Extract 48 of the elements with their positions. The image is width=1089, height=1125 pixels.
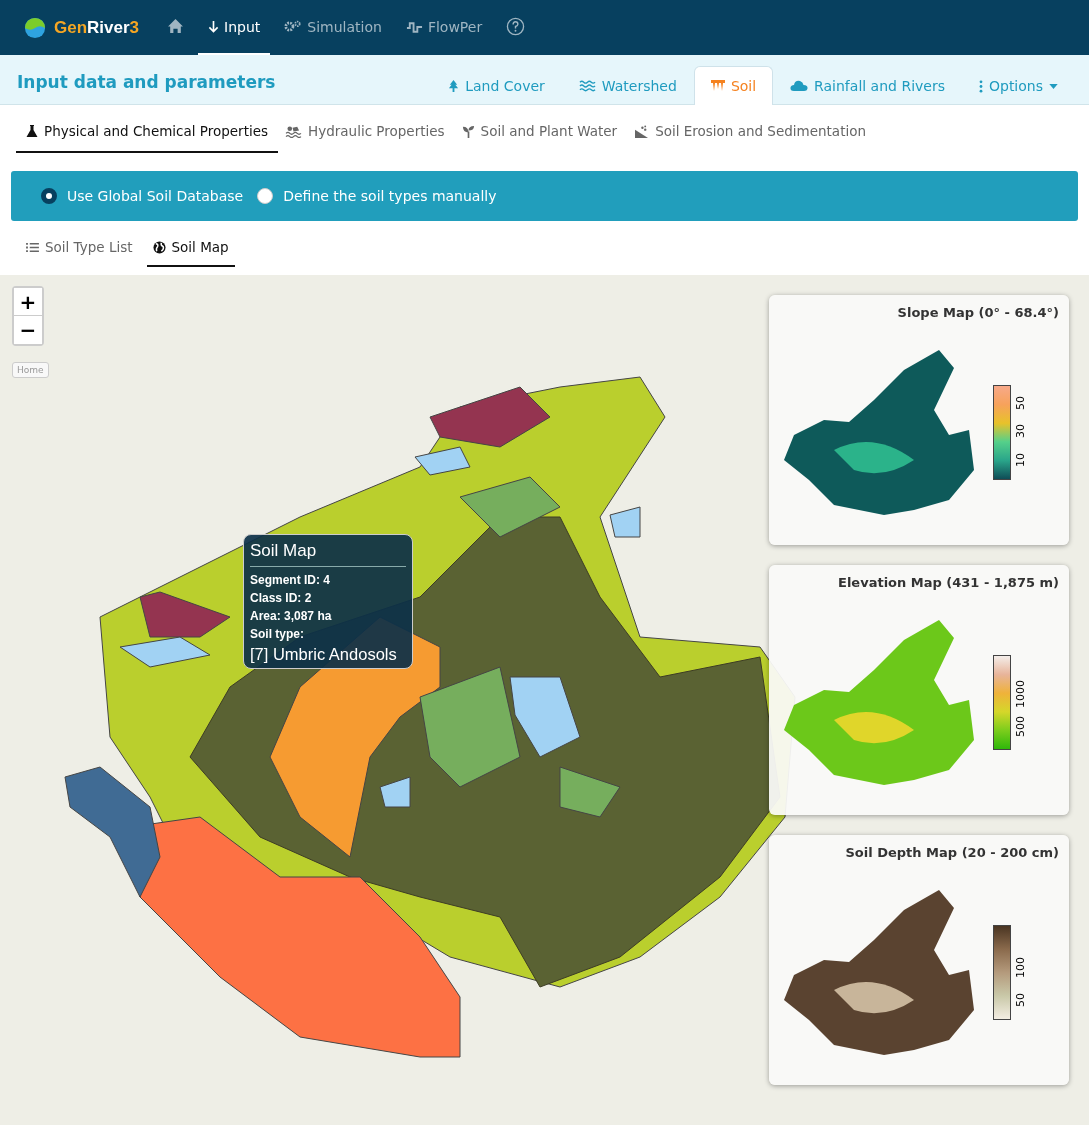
kebab-icon <box>978 79 983 93</box>
inset-map-title: Soil Depth Map (20 - 200 cm) <box>844 845 1059 860</box>
section-tab[interactable]: Land Cover <box>431 66 562 105</box>
wave-icon <box>405 20 423 33</box>
scale-tick-label: 100 <box>1014 957 1027 979</box>
nav-link[interactable]: Simulation <box>274 0 392 55</box>
inset-map-title: Elevation Map (431 - 1,875 m) <box>837 575 1059 590</box>
inset-map-title: Slope Map (0° - 68.4°) <box>896 305 1059 320</box>
scale-tick-label: 50 <box>1014 395 1027 410</box>
tooltip-line: Area: 3,087 ha <box>250 608 333 625</box>
arrow-down-icon <box>208 20 220 33</box>
nav-link[interactable]: FlowPer <box>395 0 493 55</box>
section-tab[interactable]: Rainfall and Rivers <box>773 66 962 105</box>
sprout-icon <box>461 124 475 138</box>
swimmer-icon <box>285 124 303 138</box>
waves-icon <box>578 80 596 92</box>
caret-icon <box>1049 83 1058 89</box>
cloud-icon <box>790 80 809 92</box>
subsection-tab[interactable]: Hydraulic Properties <box>284 115 455 153</box>
scale-tick-label: 500 <box>1014 715 1027 737</box>
subsection-tab[interactable]: Physical and Chemical Properties <box>16 115 279 153</box>
tooltip-title: Soil Map <box>250 541 406 567</box>
gears-icon <box>284 20 303 33</box>
help-icon <box>506 17 526 36</box>
radio-button[interactable] <box>41 188 57 204</box>
logo-icon <box>24 16 46 39</box>
scale-tick-label: 1000 <box>1014 680 1027 709</box>
tooltip-line: Soil type: <box>250 626 305 643</box>
tree-icon <box>448 79 460 93</box>
page-title: Input data and parameters <box>17 72 276 92</box>
view-tab[interactable]: Soil Type List <box>20 231 139 267</box>
soil-type-name: [7] Umbric Andosols <box>250 645 398 664</box>
subsection-tab[interactable]: Soil and Plant Water <box>460 115 628 153</box>
scale-tick-label: 30 <box>1014 424 1027 439</box>
home-icon <box>167 18 185 35</box>
scale-tick-label: 10 <box>1014 452 1027 467</box>
subsection-tab[interactable]: Soil Erosion and Sedimentation <box>633 115 876 153</box>
hill-slide-icon <box>634 124 650 138</box>
zoom-in-button[interactable]: + <box>14 288 42 316</box>
flask-icon <box>26 124 38 138</box>
globe-icon <box>152 240 166 254</box>
scale-tick-label: 50 <box>1014 992 1027 1007</box>
view-tab[interactable]: Soil Map <box>146 231 235 267</box>
app-name[interactable]: GenRiver3 <box>54 17 140 38</box>
tooltip-line: Segment ID: 4 <box>250 572 331 589</box>
options-dropdown[interactable]: Options <box>961 66 1075 105</box>
tooltip-line: Class ID: 2 <box>250 590 313 607</box>
list-icon <box>26 241 39 253</box>
